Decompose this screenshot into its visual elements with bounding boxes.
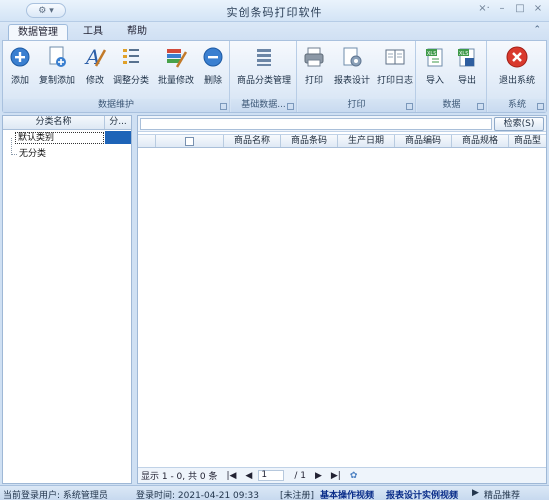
print-log-button[interactable]: 打印日志 — [375, 43, 415, 98]
ribbon-collapse-icon[interactable]: ⌃ — [533, 25, 541, 35]
recommend-link[interactable]: 精品推荐 — [484, 488, 520, 500]
group-system: 退出系统 系统 — [488, 41, 546, 112]
window-title: 实创条码打印软件 — [226, 6, 323, 19]
tab-help[interactable]: 帮助 — [122, 24, 152, 40]
status-bar: 当前登录用户: 系统管理员 登录时间: 2021-04-21 09:33 [未注… — [0, 485, 549, 500]
copy-add-icon — [46, 46, 68, 68]
prev-page-icon[interactable]: ◀ — [245, 471, 252, 481]
category-management-button[interactable]: 商品分类管理 — [233, 43, 295, 98]
product-panel: 检索(S) 商品名称 商品条码 生产日期 商品编码 商品规格 商品型 显示 1 … — [137, 115, 547, 484]
group-label-print: 打印 — [298, 99, 415, 112]
tree-item-default-category[interactable]: 默认类别 — [15, 132, 104, 144]
batch-edit-icon — [165, 46, 187, 68]
ribbon: 添加 复制添加 A 修改 调整分类 批量修改 删除 数据维护 商品分类管理 基础… — [2, 40, 547, 113]
current-page-input[interactable]: 1 — [258, 470, 292, 481]
list-icon — [120, 46, 142, 68]
pager-summary: 显示 1 - 0, 共 0 条 — [141, 472, 218, 482]
dialog-launcher-icon[interactable] — [406, 103, 413, 110]
search-button[interactable]: 检索(S) — [494, 117, 544, 131]
import-button[interactable]: XLS 导入 — [421, 43, 449, 98]
add-icon — [9, 46, 31, 68]
group-base-data: 商品分类管理 基础数据... — [231, 41, 297, 112]
book-icon — [384, 46, 406, 68]
printer-icon — [303, 46, 325, 68]
column-header-spec[interactable]: 商品规格 — [452, 135, 509, 147]
dialog-launcher-icon[interactable] — [477, 103, 484, 110]
group-data-maintenance: 添加 复制添加 A 修改 调整分类 批量修改 删除 数据维护 — [3, 41, 230, 112]
edit-button[interactable]: A 修改 — [81, 43, 109, 98]
add-button[interactable]: 添加 — [5, 43, 35, 98]
pager: 显示 1 - 0, 共 0 条 |◀ ◀ 1 / 1 ▶ ▶| ✿ — [138, 467, 546, 483]
tab-data-management[interactable]: 数据管理 — [8, 24, 68, 40]
next-page-icon[interactable]: ▶ — [315, 471, 322, 481]
dialog-launcher-icon[interactable] — [220, 103, 227, 110]
copy-add-button[interactable]: 复制添加 — [36, 43, 78, 98]
exit-system-button[interactable]: 退出系统 — [490, 43, 544, 98]
report-video-link[interactable]: 报表设计实例视频 — [386, 488, 458, 500]
select-all-header[interactable] — [156, 135, 224, 147]
selected-cell[interactable] — [105, 131, 131, 144]
svg-text:XLS: XLS — [427, 51, 436, 57]
total-pages: / 1 — [294, 470, 306, 481]
svg-text:XLS: XLS — [459, 51, 468, 57]
print-button[interactable]: 打印 — [300, 43, 328, 98]
report-design-button[interactable]: 报表设计 — [332, 43, 372, 98]
tree-item-uncategorized[interactable]: 无分类 — [19, 149, 46, 161]
group-print: 打印 报表设计 打印日志 打印 — [298, 41, 416, 112]
search-bar: 检索(S) — [138, 116, 546, 132]
tab-tools[interactable]: 工具 — [78, 24, 108, 40]
export-button[interactable]: XLS 导出 — [453, 43, 481, 98]
last-page-icon[interactable]: ▶| — [331, 471, 341, 481]
column-header-barcode[interactable]: 商品条码 — [281, 135, 338, 147]
ribbon-tab-row: 数据管理 工具 帮助 ⌃ — [0, 22, 549, 40]
delete-button[interactable]: 删除 — [199, 43, 227, 98]
column-header-product-name[interactable]: 商品名称 — [224, 135, 281, 147]
grid-header: 商品名称 商品条码 生产日期 商品编码 商品规格 商品型 — [138, 134, 546, 148]
export-icon: XLS — [456, 46, 478, 68]
category-panel: 分类名称 分... 默认类别 无分类 — [2, 115, 132, 484]
search-input[interactable] — [140, 118, 492, 130]
column-header-category-extra[interactable]: 分... — [105, 116, 131, 129]
tree-line — [11, 138, 12, 155]
refresh-icon[interactable]: ✿ — [350, 471, 358, 481]
status-registration[interactable]: [未注册] — [280, 488, 314, 500]
status-login-time: 登录时间: 2021-04-21 09:33 — [136, 491, 259, 500]
column-header-category-name[interactable]: 分类名称 — [3, 116, 105, 129]
maximize-button[interactable]: □ — [513, 2, 527, 16]
basic-video-link[interactable]: 基本操作视频 — [320, 488, 374, 500]
status-current-user: 当前登录用户: 系统管理员 — [3, 491, 108, 500]
adjust-category-button[interactable]: 调整分类 — [111, 43, 151, 98]
remove-icon — [202, 46, 224, 68]
options-icon[interactable]: ×· — [477, 2, 491, 16]
group-data: XLS 导入 XLS 导出 数据 — [417, 41, 487, 112]
dialog-launcher-icon[interactable] — [537, 103, 544, 110]
row-indicator-header — [138, 135, 156, 147]
first-page-icon[interactable]: |◀ — [226, 471, 236, 481]
search-button-label: 检索(S) — [503, 119, 535, 129]
tree-line — [11, 154, 17, 155]
group-label-data: 数据 — [417, 99, 486, 112]
category-list-icon — [253, 46, 275, 68]
close-button[interactable]: × — [531, 2, 545, 16]
select-all-checkbox[interactable] — [185, 137, 194, 146]
edit-icon: A — [84, 46, 106, 68]
report-design-icon — [341, 46, 363, 68]
column-header-production-date[interactable]: 生产日期 — [338, 135, 395, 147]
column-header-product-code[interactable]: 商品编码 — [395, 135, 452, 147]
batch-edit-button[interactable]: 批量修改 — [155, 43, 197, 98]
exit-icon — [506, 46, 528, 68]
arrow-right-icon: ▶ — [472, 488, 479, 498]
title-bar: ⚙ ▾ 实创条码打印软件 ×· – □ × — [0, 0, 549, 22]
group-label-data-maintenance: 数据维护 — [3, 99, 229, 112]
column-header-model[interactable]: 商品型 — [509, 135, 546, 147]
minimize-button[interactable]: – — [495, 2, 509, 16]
dialog-launcher-icon[interactable] — [287, 103, 294, 110]
import-icon: XLS — [424, 46, 446, 68]
